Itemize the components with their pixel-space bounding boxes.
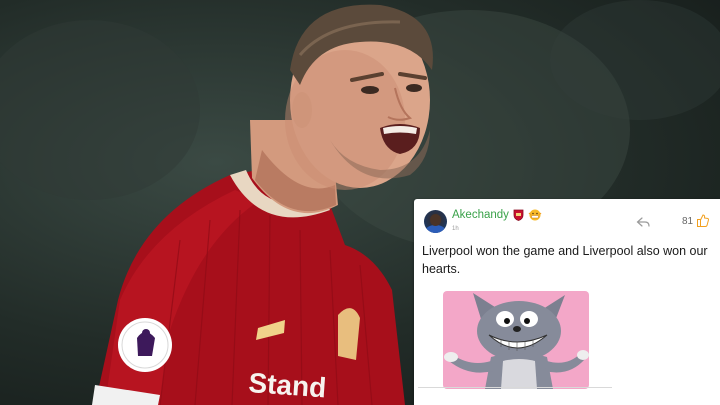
comment-card: Akechandy 1h 81 Liverpool won the game a…	[414, 199, 720, 405]
grimace-emoji-icon	[528, 209, 542, 221]
comment-username[interactable]: Akechandy	[452, 209, 509, 221]
avatar[interactable]	[424, 210, 447, 233]
kit-sponsor-text: Stand	[248, 367, 328, 403]
comment-text: Liverpool won the game and Liverpool als…	[422, 244, 708, 276]
club-shield-icon	[513, 209, 524, 221]
divider	[418, 387, 612, 388]
thumbs-up-icon[interactable]	[697, 214, 709, 227]
meme-image[interactable]	[443, 291, 589, 389]
cartoon-cat-grin-meme	[444, 293, 589, 389]
like-count: 81	[682, 216, 694, 227]
reply-arrow-icon[interactable]	[636, 216, 650, 228]
comment-time: 1h	[452, 226, 459, 232]
